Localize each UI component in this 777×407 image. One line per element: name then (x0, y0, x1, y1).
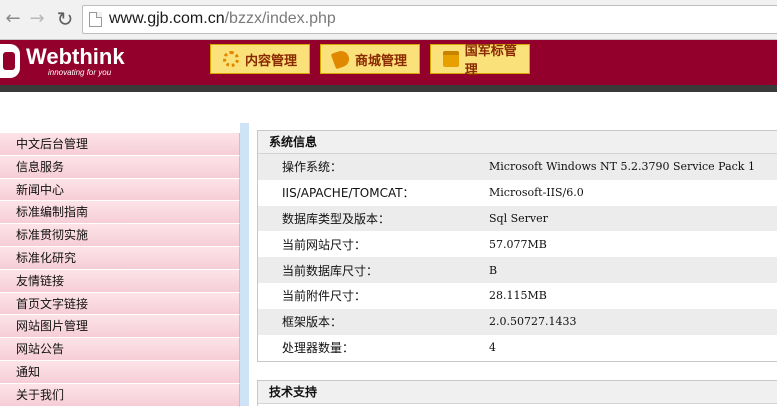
table-row: 处理器数量： 4 (258, 335, 777, 361)
row-label: 操作系统： (282, 160, 343, 175)
back-arrow-icon[interactable]: ← (2, 8, 24, 30)
table-row: 当前数据库尺寸： B (258, 257, 777, 283)
panel-title: 技术支持 (258, 381, 777, 404)
logo-mark-icon (0, 44, 20, 78)
address-bar[interactable]: www.gjb.com.cn/bzzx/index.php (82, 5, 777, 34)
table-row: IIS/APACHE/TOMCAT： Microsoft-IIS/6.0 (258, 180, 777, 206)
row-label: 处理器数量： (282, 340, 355, 355)
row-value: B (489, 263, 498, 277)
sidebar-item-site-images[interactable]: 网站图片管理 (0, 315, 240, 339)
row-value: 2.0.50727.1433 (489, 315, 577, 329)
content-management-button[interactable]: 内容管理 (210, 44, 310, 74)
row-value: 28.115MB (489, 289, 547, 303)
table-row: 当前附件尺寸： 28.115MB (258, 283, 777, 309)
row-label: 当前附件尺寸： (282, 289, 367, 304)
logo: Webthink innovating for you (0, 42, 150, 82)
row-value: Microsoft-IIS/6.0 (489, 186, 584, 200)
table-row: 操作系统： Microsoft Windows NT 5.2.3790 Serv… (258, 154, 777, 180)
system-info-panel: 系统信息 操作系统： Microsoft Windows NT 5.2.3790… (257, 130, 777, 362)
button-label: 商城管理 (355, 53, 408, 69)
table-row: 当前网站尺寸： 57.077MB (258, 231, 777, 257)
browser-toolbar: ← → ↻ www.gjb.com.cn/bzzx/index.php (0, 0, 777, 40)
table-row: 数据库类型及版本： Sql Server (258, 205, 777, 232)
tag-icon (330, 48, 352, 70)
panel-title: 系统信息 (258, 131, 777, 154)
row-value: Sql Server (489, 211, 548, 225)
sidebar-item-news[interactable]: 新闻中心 (0, 178, 240, 202)
sidebar-item-chinese-admin[interactable]: 中文后台管理 (0, 133, 240, 156)
sidebar-item-info-service[interactable]: 信息服务 (0, 155, 240, 179)
button-label: 内容管理 (245, 53, 298, 69)
row-label: 框架版本： (282, 315, 343, 330)
sidebar-item-standard-research[interactable]: 标准化研究 (0, 246, 240, 270)
row-value: Microsoft Windows NT 5.2.3790 Service Pa… (489, 160, 755, 174)
button-label: 国军标管理 (464, 44, 517, 78)
tech-support-panel: 技术支持 (257, 380, 777, 406)
military-standard-management-button[interactable]: 国军标管理 (430, 44, 530, 78)
sidebar-item-site-notice[interactable]: 网站公告 (0, 338, 240, 361)
row-value: 57.077MB (489, 237, 547, 251)
row-label: 当前网站尺寸： (282, 237, 367, 252)
reload-icon[interactable]: ↻ (54, 8, 76, 30)
forward-arrow-icon[interactable]: → (26, 8, 48, 30)
sidebar-item-notification[interactable]: 通知 (0, 360, 240, 384)
sidebar-item-friend-links[interactable]: 友情链接 (0, 269, 240, 293)
logo-text: Webthink (26, 44, 125, 69)
page-icon (89, 12, 102, 27)
table-row: 框架版本： 2.0.50727.1433 (258, 308, 777, 335)
row-label: IIS/APACHE/TOMCAT： (282, 186, 415, 201)
sidebar-item-about-us[interactable]: 关于我们 (0, 383, 240, 407)
url-text[interactable]: www.gjb.com.cn/bzzx/index.php (109, 10, 336, 28)
gear-icon (223, 51, 239, 67)
system-info-table: 操作系统： Microsoft Windows NT 5.2.3790 Serv… (258, 154, 777, 360)
row-value: 4 (489, 340, 496, 354)
mall-management-button[interactable]: 商城管理 (320, 44, 420, 74)
sidebar-item-standard-implement[interactable]: 标准贯彻实施 (0, 224, 240, 247)
sidebar-scroll-rail[interactable] (240, 123, 249, 406)
logo-tagline: innovating for you (48, 68, 112, 77)
header-divider (0, 85, 777, 92)
row-label: 数据库类型及版本： (282, 211, 391, 226)
sidebar-item-standard-guide[interactable]: 标准编制指南 (0, 201, 240, 225)
sidebar: 中文后台管理 信息服务 新闻中心 标准编制指南 标准贯彻实施 标准化研究 友情链… (0, 133, 240, 407)
folder-icon (443, 51, 459, 67)
row-label: 当前数据库尺寸： (282, 263, 379, 278)
sidebar-item-home-text-links[interactable]: 首页文字链接 (0, 292, 240, 316)
